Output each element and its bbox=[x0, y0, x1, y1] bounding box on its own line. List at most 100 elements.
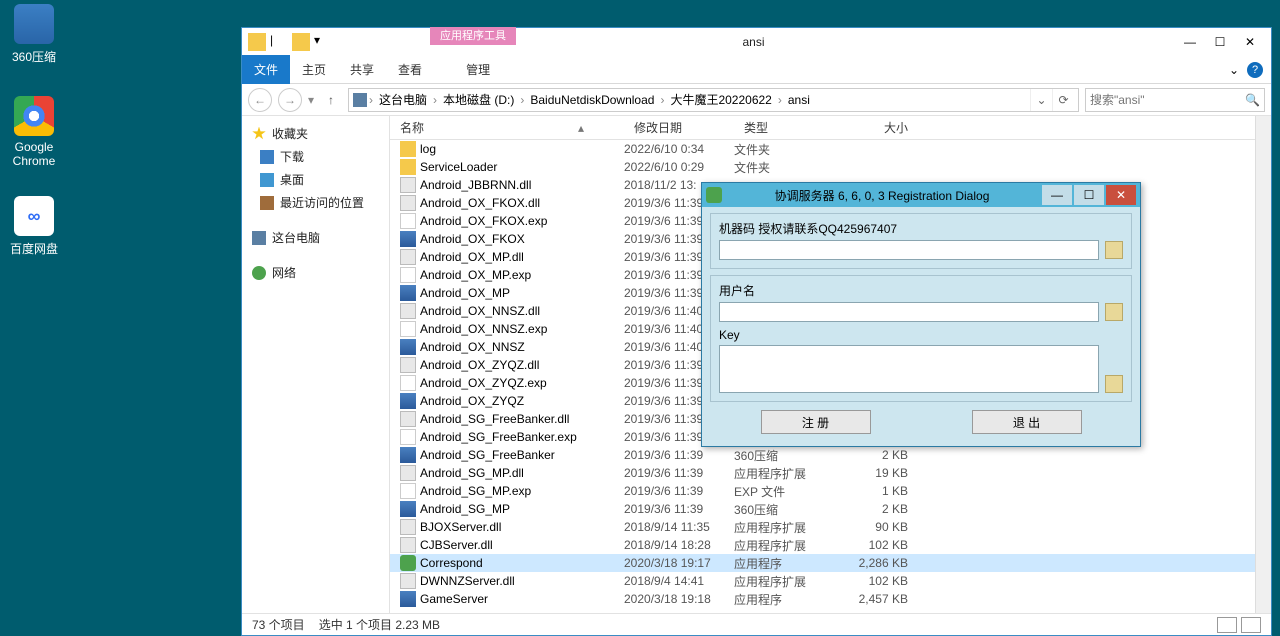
register-button[interactable]: 注 册 bbox=[761, 410, 871, 434]
paste-key-button[interactable] bbox=[1105, 375, 1123, 393]
paste-username-button[interactable] bbox=[1105, 303, 1123, 321]
chevron-right-icon[interactable]: › bbox=[433, 93, 437, 107]
tab-share[interactable]: 共享 bbox=[338, 55, 386, 84]
scrollbar[interactable] bbox=[1255, 116, 1271, 613]
sidebar: 收藏夹 下载 桌面 最近访问的位置 这台电脑 网络 bbox=[242, 116, 390, 613]
tab-manage[interactable]: 管理 bbox=[454, 55, 502, 84]
sidebar-favorites[interactable]: 收藏夹 bbox=[242, 122, 389, 145]
file-type-icon bbox=[400, 267, 416, 283]
file-type-icon bbox=[400, 159, 416, 175]
column-date[interactable]: 修改日期 bbox=[624, 119, 734, 136]
search-icon[interactable]: 🔍 bbox=[1245, 93, 1260, 107]
key-label: Key bbox=[719, 328, 1123, 342]
file-name: ServiceLoader bbox=[420, 160, 624, 174]
file-type-icon bbox=[400, 357, 416, 373]
tab-file[interactable]: 文件 bbox=[242, 55, 290, 84]
dialog-minimize-button[interactable]: — bbox=[1042, 185, 1072, 205]
file-size: 1 KB bbox=[838, 484, 928, 498]
view-details-button[interactable] bbox=[1217, 617, 1237, 633]
refresh-button[interactable]: ⟳ bbox=[1052, 89, 1074, 111]
dialog-maximize-button[interactable]: ☐ bbox=[1074, 185, 1104, 205]
file-type-icon bbox=[400, 411, 416, 427]
sidebar-this-pc[interactable]: 这台电脑 bbox=[242, 226, 389, 249]
key-input[interactable] bbox=[719, 345, 1099, 393]
machine-code-field[interactable] bbox=[719, 240, 1099, 260]
file-row[interactable]: ServiceLoader2022/6/10 0:29文件夹 bbox=[390, 158, 1255, 176]
column-size[interactable]: 大小 bbox=[838, 119, 928, 136]
file-row[interactable]: Android_SG_MP2019/3/6 11:39360压缩2 KB bbox=[390, 500, 1255, 518]
folder-open-icon[interactable] bbox=[292, 33, 310, 51]
desktop-icon-baidu[interactable]: ∞ 百度网盘 bbox=[4, 196, 64, 257]
view-thumbnails-button[interactable] bbox=[1241, 617, 1261, 633]
machine-code-label: 机器码 授权请联系QQ425967407 bbox=[719, 220, 1123, 237]
help-icon[interactable]: ? bbox=[1247, 62, 1263, 78]
exit-button[interactable]: 退 出 bbox=[972, 410, 1082, 434]
file-row[interactable]: Android_SG_FreeBanker2019/3/6 11:39360压缩… bbox=[390, 446, 1255, 464]
history-dropdown[interactable]: ▾ bbox=[308, 93, 314, 107]
column-type[interactable]: 类型 bbox=[734, 119, 838, 136]
search-input[interactable] bbox=[1090, 93, 1245, 107]
file-size: 2 KB bbox=[838, 502, 928, 516]
search-box[interactable]: 🔍 bbox=[1085, 88, 1265, 112]
file-name: Android_SG_MP.exp bbox=[420, 484, 624, 498]
sidebar-recent[interactable]: 最近访问的位置 bbox=[242, 191, 389, 214]
chevron-right-icon[interactable]: › bbox=[660, 93, 664, 107]
file-row[interactable]: GameServer2020/3/18 19:18应用程序2,457 KB bbox=[390, 590, 1255, 608]
sidebar-network[interactable]: 网络 bbox=[242, 261, 389, 284]
file-row[interactable]: Android_SG_MP.dll2019/3/6 11:39应用程序扩展19 … bbox=[390, 464, 1255, 482]
qat-dropdown[interactable]: ▾ bbox=[314, 33, 332, 51]
file-name: Android_SG_MP.dll bbox=[420, 466, 624, 480]
file-type-icon bbox=[400, 249, 416, 265]
file-name: Android_SG_FreeBanker.dll bbox=[420, 412, 624, 426]
back-button[interactable]: ← bbox=[248, 88, 272, 112]
file-row[interactable]: Android_SG_MP.exp2019/3/6 11:39EXP 文件1 K… bbox=[390, 482, 1255, 500]
chevron-right-icon[interactable]: › bbox=[369, 93, 373, 107]
sort-indicator-icon: ▴ bbox=[578, 121, 584, 135]
file-date: 2018/9/4 14:41 bbox=[624, 574, 734, 588]
file-size: 102 KB bbox=[838, 538, 928, 552]
dialog-titlebar[interactable]: 协调服务器 6, 6, 0, 3 Registration Dialog — ☐… bbox=[702, 183, 1140, 207]
chevron-right-icon[interactable]: › bbox=[520, 93, 524, 107]
file-row[interactable]: log2022/6/10 0:34文件夹 bbox=[390, 140, 1255, 158]
file-row[interactable]: BJOXServer.dll2018/9/14 11:35应用程序扩展90 KB bbox=[390, 518, 1255, 536]
file-type-icon bbox=[400, 285, 416, 301]
maximize-button[interactable]: ☐ bbox=[1205, 31, 1235, 53]
crumb-folder[interactable]: 大牛魔王20220622 bbox=[666, 89, 775, 110]
file-row[interactable]: Correspond2020/3/18 19:17应用程序2,286 KB bbox=[390, 554, 1255, 572]
breadcrumb[interactable]: › 这台电脑 › 本地磁盘 (D:) › BaiduNetdiskDownloa… bbox=[348, 88, 1079, 112]
desktop-icon-chrome[interactable]: Google Chrome bbox=[4, 96, 64, 168]
folder-icon bbox=[248, 33, 266, 51]
file-size: 2,457 KB bbox=[838, 592, 928, 606]
file-size: 2 KB bbox=[838, 448, 928, 462]
column-name[interactable]: 名称▴ bbox=[390, 119, 624, 136]
sidebar-desktop[interactable]: 桌面 bbox=[242, 168, 389, 191]
file-type-icon bbox=[400, 501, 416, 517]
close-button[interactable]: ✕ bbox=[1235, 31, 1265, 53]
sidebar-downloads[interactable]: 下载 bbox=[242, 145, 389, 168]
copy-button[interactable] bbox=[1105, 241, 1123, 259]
username-input[interactable] bbox=[719, 302, 1099, 322]
file-date: 2022/6/10 0:29 bbox=[624, 160, 734, 174]
minimize-button[interactable]: — bbox=[1175, 31, 1205, 53]
file-date: 2018/9/14 18:28 bbox=[624, 538, 734, 552]
up-button[interactable]: ↑ bbox=[320, 89, 342, 111]
titlebar[interactable]: | ▾ ansi — ☐ ✕ bbox=[242, 28, 1271, 56]
crumb-this-pc[interactable]: 这台电脑 bbox=[375, 89, 431, 110]
address-dropdown[interactable]: ⌄ bbox=[1030, 89, 1052, 111]
desktop-icon bbox=[260, 173, 274, 187]
chevron-right-icon[interactable]: › bbox=[778, 93, 782, 107]
forward-button[interactable]: → bbox=[278, 88, 302, 112]
file-row[interactable]: CJBServer.dll2018/9/14 18:28应用程序扩展102 KB bbox=[390, 536, 1255, 554]
dialog-close-button[interactable]: ✕ bbox=[1106, 185, 1136, 205]
file-name: Android_OX_FKOX.exp bbox=[420, 214, 624, 228]
desktop-icon-360zip[interactable]: 360压缩 bbox=[4, 4, 64, 65]
crumb-current[interactable]: ansi bbox=[784, 91, 814, 109]
tab-view[interactable]: 查看 bbox=[386, 55, 434, 84]
file-type-icon bbox=[400, 231, 416, 247]
file-row[interactable]: DWNNZServer.dll2018/9/4 14:41应用程序扩展102 K… bbox=[390, 572, 1255, 590]
file-name: GameServer bbox=[420, 592, 624, 606]
tab-home[interactable]: 主页 bbox=[290, 55, 338, 84]
ribbon-expand-icon[interactable]: ⌄ bbox=[1229, 63, 1239, 77]
crumb-folder[interactable]: BaiduNetdiskDownload bbox=[526, 91, 658, 109]
crumb-drive[interactable]: 本地磁盘 (D:) bbox=[439, 89, 518, 110]
